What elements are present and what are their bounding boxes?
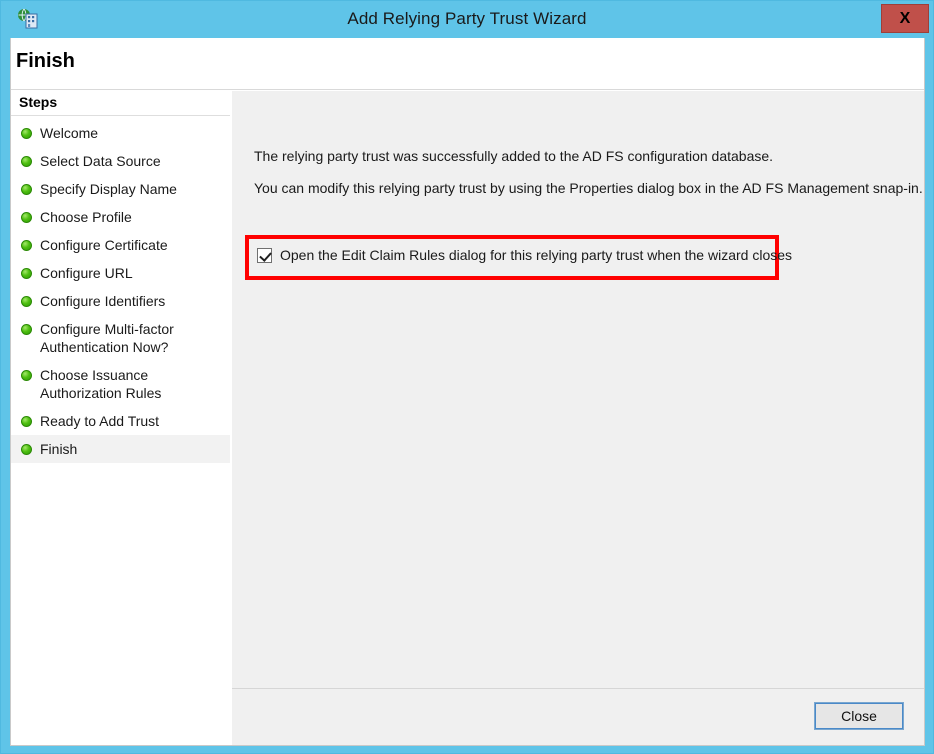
- sidebar-item-label: Configure Multi-factor Authentication No…: [40, 321, 174, 355]
- sidebar-item-configure-multifactor-authentication[interactable]: Configure Multi-factor Authentication No…: [11, 315, 230, 361]
- close-button[interactable]: Close: [814, 702, 904, 730]
- title-bar: Add Relying Party Trust Wizard X: [1, 1, 933, 38]
- sidebar-item-configure-identifiers[interactable]: Configure Identifiers: [11, 287, 230, 315]
- wizard-window: Add Relying Party Trust Wizard X Finish …: [0, 0, 934, 754]
- sidebar-item-label: Finish: [40, 441, 78, 457]
- wizard-client-area: Finish Steps Welcome Select Data Source …: [10, 38, 925, 746]
- sidebar-item-configure-url[interactable]: Configure URL: [11, 259, 230, 287]
- sidebar-item-select-data-source[interactable]: Select Data Source: [11, 147, 230, 175]
- sidebar-item-label: Choose Profile: [40, 209, 132, 225]
- open-claim-rules-checkbox[interactable]: [257, 247, 272, 263]
- steps-sidebar: Steps Welcome Select Data Source Specify…: [11, 91, 230, 745]
- step-complete-icon: [21, 370, 32, 381]
- step-complete-icon: [21, 324, 32, 335]
- open-claim-rules-label[interactable]: Open the Edit Claim Rules dialog for thi…: [280, 247, 792, 263]
- open-claim-rules-row[interactable]: Open the Edit Claim Rules dialog for thi…: [257, 247, 792, 263]
- sidebar-item-finish[interactable]: Finish: [11, 435, 230, 463]
- sidebar-item-label: Ready to Add Trust: [40, 413, 160, 429]
- close-window-button[interactable]: X: [881, 4, 929, 33]
- content-area: The relying party trust was successfully…: [232, 91, 924, 689]
- sidebar-item-choose-issuance-authorization-rules[interactable]: Choose Issuance Authorization Rules: [11, 361, 230, 407]
- step-complete-icon: [21, 296, 32, 307]
- window-title: Add Relying Party Trust Wizard: [347, 9, 587, 28]
- sidebar-item-configure-certificate[interactable]: Configure Certificate: [11, 231, 230, 259]
- sidebar-item-label: Select Data Source: [40, 153, 161, 169]
- modify-hint-message: You can modify this relying party trust …: [254, 180, 923, 196]
- sidebar-item-label: Choose Issuance Authorization Rules: [40, 367, 162, 401]
- sidebar-item-choose-profile[interactable]: Choose Profile: [11, 203, 230, 231]
- success-message: The relying party trust was successfully…: [254, 148, 774, 164]
- steps-header-label: Steps: [19, 94, 58, 110]
- step-complete-icon: [21, 444, 32, 455]
- button-bar: Close: [232, 690, 924, 745]
- step-complete-icon: [21, 156, 32, 167]
- page-header: Finish: [11, 38, 924, 90]
- step-complete-icon: [21, 212, 32, 223]
- main-panel: The relying party trust was successfully…: [231, 91, 924, 745]
- sidebar-item-specify-display-name[interactable]: Specify Display Name: [11, 175, 230, 203]
- sidebar-item-label: Configure URL: [40, 265, 133, 281]
- sidebar-item-welcome[interactable]: Welcome: [11, 119, 230, 147]
- step-complete-icon: [21, 240, 32, 251]
- sidebar-item-label: Welcome: [40, 125, 99, 141]
- sidebar-item-label: Configure Identifiers: [40, 293, 166, 309]
- sidebar-item-label: Specify Display Name: [40, 181, 177, 197]
- sidebar-item-label: Configure Certificate: [40, 237, 168, 253]
- page-title: Finish: [16, 50, 75, 72]
- highlight-annotation: Open the Edit Claim Rules dialog for thi…: [245, 235, 792, 280]
- sidebar-item-ready-to-add-trust[interactable]: Ready to Add Trust: [11, 407, 230, 435]
- steps-header: Steps: [11, 91, 230, 116]
- step-complete-icon: [21, 268, 32, 279]
- step-complete-icon: [21, 128, 32, 139]
- step-complete-icon: [21, 184, 32, 195]
- steps-list: Welcome Select Data Source Specify Displ…: [11, 119, 230, 463]
- step-complete-icon: [21, 416, 32, 427]
